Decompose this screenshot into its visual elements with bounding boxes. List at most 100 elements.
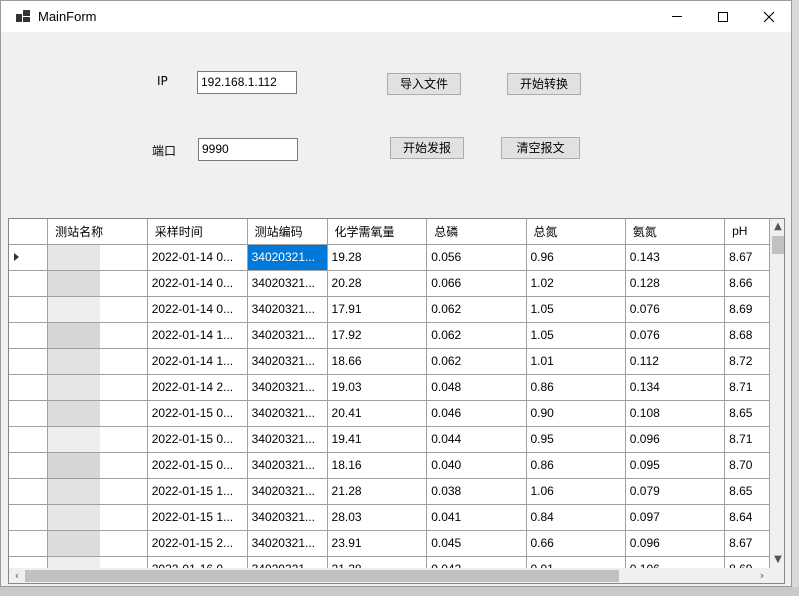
table-cell[interactable]: 17.91 <box>327 296 428 323</box>
table-row[interactable]: 2022-01-14 2... 34020321... 19.03 0.048 0.86… <box>9 374 770 401</box>
data-grid[interactable]: 测站名称 采样时间 测站编码 化学需氧量 总磷 总氮 氨氮 pH 2022-01-14 0..… <box>8 218 785 584</box>
table-cell[interactable]: 34020321... <box>247 348 328 375</box>
column-header[interactable]: 测站编码 <box>247 219 328 245</box>
station-name-cell[interactable] <box>47 374 148 401</box>
table-cell[interactable]: 0.96 <box>526 244 626 271</box>
table-cell[interactable]: 8.67 <box>724 530 770 557</box>
table-row[interactable]: 2022-01-14 0... 34020321... 17.91 0.062 1.05… <box>9 296 770 323</box>
station-name-cell[interactable] <box>47 322 148 349</box>
table-cell[interactable]: 0.134 <box>625 374 726 401</box>
table-row[interactable]: 2022-01-15 0... 34020321... 19.41 0.044 0.95… <box>9 426 770 453</box>
table-cell[interactable]: 17.92 <box>327 322 428 349</box>
row-header[interactable] <box>9 452 49 479</box>
station-name-cell[interactable] <box>47 400 148 427</box>
table-cell[interactable]: 0.062 <box>426 296 527 323</box>
table-cell[interactable]: 8.67 <box>724 244 770 271</box>
table-cell[interactable]: 1.02 <box>526 270 626 297</box>
table-cell[interactable]: 0.86 <box>526 374 626 401</box>
table-cell[interactable]: 0.90 <box>526 400 626 427</box>
table-cell[interactable]: 2022-01-14 1... <box>147 322 248 349</box>
table-cell[interactable]: 8.64 <box>724 504 770 531</box>
table-cell[interactable]: 34020321... <box>247 452 328 479</box>
table-cell[interactable]: 0.096 <box>625 426 726 453</box>
table-cell[interactable]: 23.91 <box>327 530 428 557</box>
station-name-cell[interactable] <box>47 244 148 271</box>
table-cell[interactable]: 19.03 <box>327 374 428 401</box>
table-cell[interactable]: 21.28 <box>327 478 428 505</box>
table-cell[interactable]: 34020321... <box>247 426 328 453</box>
table-row[interactable]: 2022-01-15 0... 34020321... 20.41 0.046 0.90… <box>9 400 770 427</box>
start-convert-button[interactable]: 开始转换 <box>507 73 581 95</box>
row-header[interactable] <box>9 530 49 557</box>
table-cell[interactable]: 0.095 <box>625 452 726 479</box>
table-row[interactable]: 2022-01-15 1... 34020321... 21.28 0.038 1.06… <box>9 478 770 505</box>
table-cell[interactable]: 0.112 <box>625 348 726 375</box>
table-cell[interactable]: 0.86 <box>526 452 626 479</box>
table-cell[interactable]: 0.079 <box>625 478 726 505</box>
title-bar[interactable]: MainForm <box>1 1 791 32</box>
table-row[interactable]: 2022-01-14 0... 34020321... 19.28 0.056 0.96… <box>9 244 770 271</box>
table-cell[interactable]: 0.056 <box>426 244 527 271</box>
station-name-cell[interactable] <box>47 504 148 531</box>
table-cell[interactable]: 20.41 <box>327 400 428 427</box>
table-cell[interactable]: 2022-01-15 1... <box>147 504 248 531</box>
table-cell[interactable]: 0.128 <box>625 270 726 297</box>
column-header[interactable]: 化学需氧量 <box>327 219 428 245</box>
table-cell[interactable]: 8.71 <box>724 426 770 453</box>
import-file-button[interactable]: 导入文件 <box>387 73 461 95</box>
ip-input[interactable]: 192.168.1.112 <box>197 71 297 94</box>
table-cell[interactable]: 0.076 <box>625 322 726 349</box>
table-cell[interactable]: 2022-01-15 0... <box>147 400 248 427</box>
table-cell[interactable]: 0.066 <box>426 270 527 297</box>
table-cell[interactable]: 34020321... <box>247 504 328 531</box>
station-name-cell[interactable] <box>47 452 148 479</box>
table-cell[interactable]: 0.062 <box>426 322 527 349</box>
column-header[interactable]: 总氮 <box>526 219 626 245</box>
table-cell[interactable]: 19.28 <box>327 244 428 271</box>
table-row[interactable]: 2022-01-14 1... 34020321... 17.92 0.062 1.05… <box>9 322 770 349</box>
table-cell[interactable]: 1.01 <box>526 348 626 375</box>
table-cell[interactable]: 34020321... <box>247 400 328 427</box>
table-cell[interactable]: 1.05 <box>526 296 626 323</box>
table-cell[interactable]: 0.041 <box>426 504 527 531</box>
start-send-button[interactable]: 开始发报 <box>390 137 464 159</box>
station-name-cell[interactable] <box>47 426 148 453</box>
row-header[interactable] <box>9 400 49 427</box>
vertical-scrollbar[interactable]: ▲ ▼ <box>770 219 784 568</box>
table-cell[interactable]: 0.062 <box>426 348 527 375</box>
table-cell[interactable]: 2022-01-15 0... <box>147 452 248 479</box>
table-cell[interactable]: 0.84 <box>526 504 626 531</box>
table-cell[interactable]: 34020321... <box>247 244 328 271</box>
table-cell[interactable]: 8.68 <box>724 322 770 349</box>
table-cell[interactable]: 0.045 <box>426 530 527 557</box>
data-table[interactable]: 测站名称 采样时间 测站编码 化学需氧量 总磷 总氮 氨氮 pH 2022-01-14 0..… <box>9 219 770 583</box>
horizontal-scrollbar[interactable]: ‹ › <box>9 568 770 583</box>
station-name-cell[interactable] <box>47 530 148 557</box>
station-name-cell[interactable] <box>47 270 148 297</box>
column-header[interactable]: 测站名称 <box>47 219 148 245</box>
port-input[interactable]: 9990 <box>198 138 298 161</box>
table-cell[interactable]: 0.143 <box>625 244 726 271</box>
column-header[interactable]: 总磷 <box>426 219 527 245</box>
table-cell[interactable]: 34020321... <box>247 530 328 557</box>
row-header[interactable] <box>9 322 49 349</box>
horizontal-scroll-thumb[interactable] <box>25 570 619 582</box>
table-cell[interactable]: 34020321... <box>247 322 328 349</box>
table-cell[interactable]: 2022-01-15 1... <box>147 478 248 505</box>
table-cell[interactable]: 0.048 <box>426 374 527 401</box>
table-cell[interactable]: 34020321... <box>247 270 328 297</box>
vertical-scroll-thumb[interactable] <box>772 236 784 254</box>
table-row[interactable]: 2022-01-15 2... 34020321... 23.91 0.045 0.66… <box>9 530 770 557</box>
table-cell[interactable]: 0.108 <box>625 400 726 427</box>
station-name-cell[interactable] <box>47 296 148 323</box>
table-cell[interactable]: 8.65 <box>724 478 770 505</box>
table-cell[interactable]: 34020321... <box>247 296 328 323</box>
table-cell[interactable]: 0.076 <box>625 296 726 323</box>
table-cell[interactable]: 0.95 <box>526 426 626 453</box>
table-cell[interactable]: 18.66 <box>327 348 428 375</box>
maximize-button[interactable] <box>700 1 746 32</box>
table-cell[interactable]: 18.16 <box>327 452 428 479</box>
table-cell[interactable]: 0.096 <box>625 530 726 557</box>
table-cell[interactable]: 2022-01-14 2... <box>147 374 248 401</box>
row-header[interactable] <box>9 244 49 271</box>
